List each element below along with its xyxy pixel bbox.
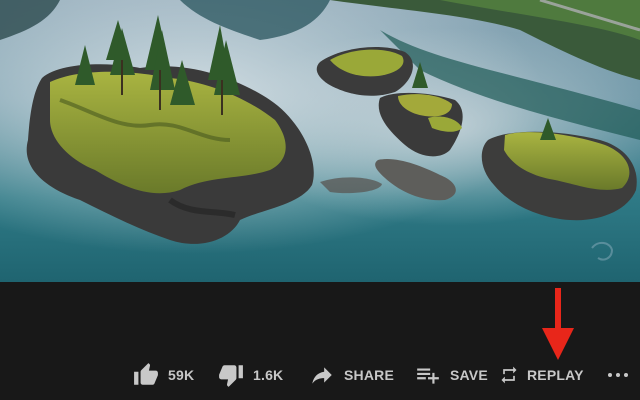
share-button[interactable]: SHARE <box>308 360 394 390</box>
replay-loop-icon <box>499 363 519 387</box>
share-arrow-icon <box>308 362 336 388</box>
thumb-down-icon <box>217 362 245 388</box>
more-horizontal-icon <box>606 363 630 387</box>
more-actions-button[interactable] <box>606 360 630 390</box>
like-button[interactable]: 59K <box>132 360 194 390</box>
video-scene-image <box>0 0 640 282</box>
playlist-add-icon <box>414 362 442 388</box>
save-label: SAVE <box>450 367 488 383</box>
share-label: SHARE <box>344 367 395 383</box>
annotation-arrow-icon <box>542 288 574 365</box>
save-button[interactable]: SAVE <box>414 360 488 390</box>
thumb-up-icon <box>132 362 160 388</box>
dislike-count: 1.6K <box>253 367 284 383</box>
video-frame[interactable] <box>0 0 640 282</box>
replay-label: REPLAY <box>527 367 584 383</box>
dislike-button[interactable]: 1.6K <box>217 360 283 390</box>
like-count: 59K <box>168 367 195 383</box>
